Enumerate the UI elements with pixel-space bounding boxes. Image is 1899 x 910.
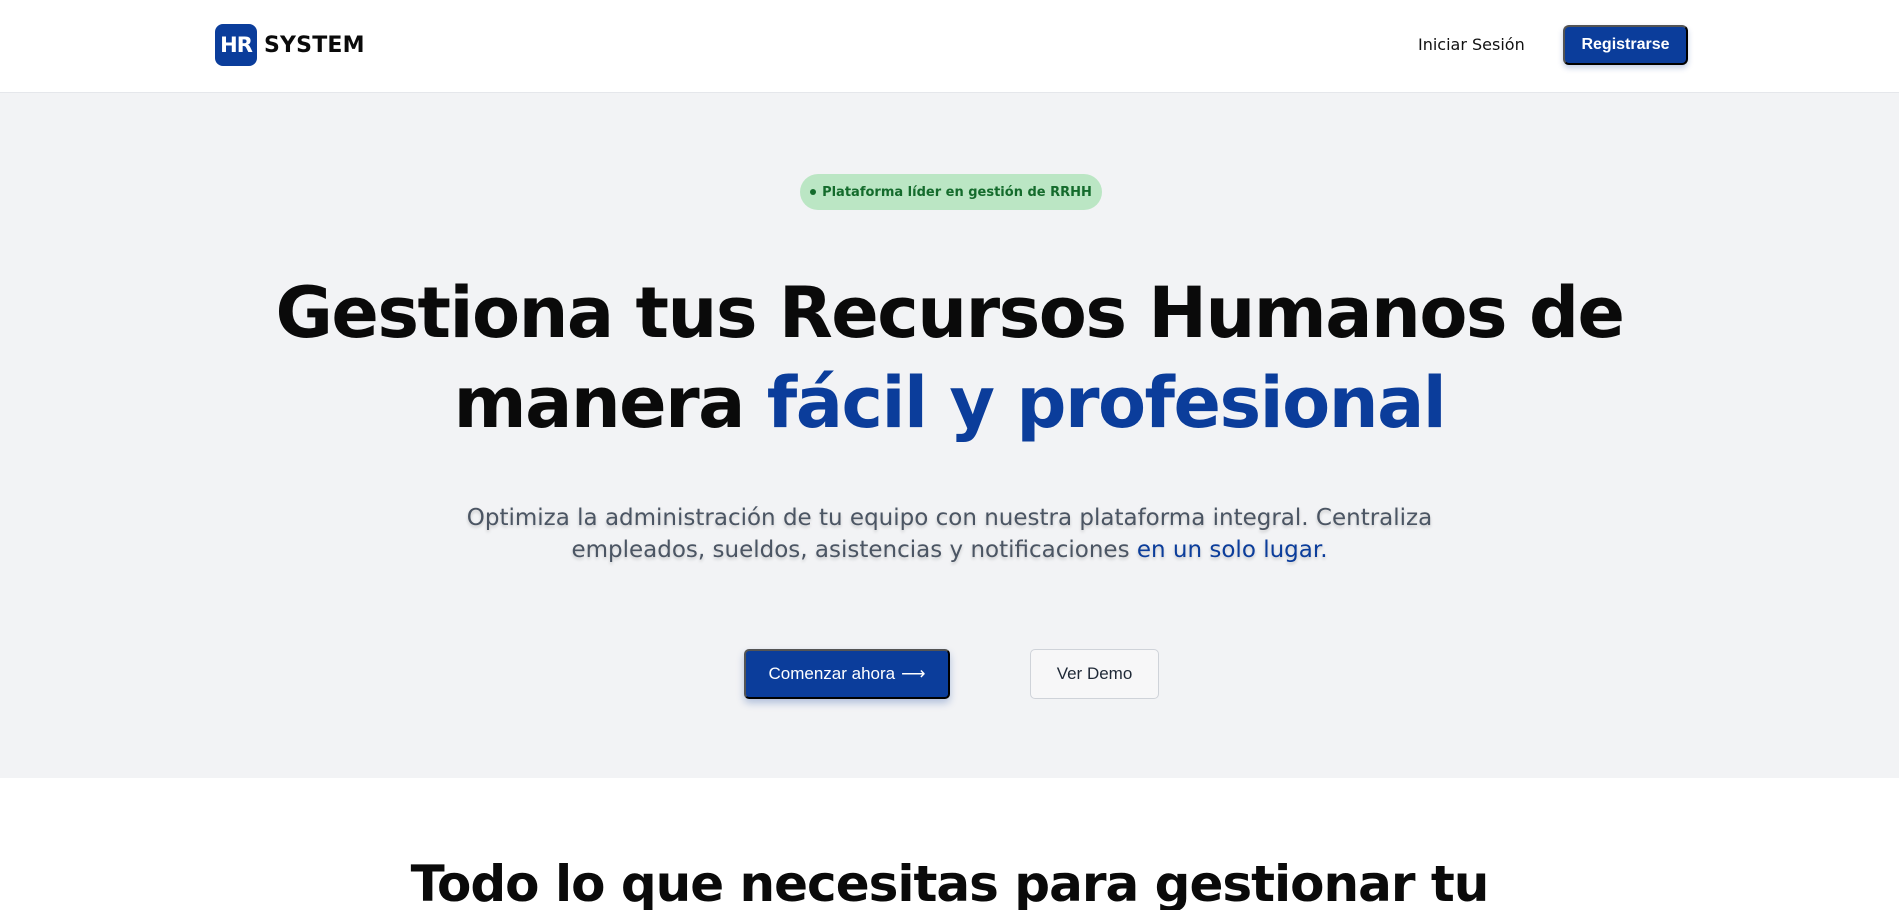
features-title: Todo lo que necesitas para gestionar tu: [410, 855, 1490, 910]
badge-text: Plataforma líder en gestión de RRHH: [822, 184, 1092, 200]
features-section: Todo lo que necesitas para gestionar tu: [0, 778, 1899, 910]
hero-section: Plataforma líder en gestión de RRHH Gest…: [0, 93, 1899, 778]
start-now-label: Comenzar ahora: [768, 664, 896, 683]
bullet-dot-icon: [810, 189, 817, 195]
login-link[interactable]: Iniciar Sesión: [1418, 32, 1525, 58]
hero-title: Gestiona tus Recursos Humanos de manera …: [150, 268, 1749, 448]
hero-subtitle: Optimiza la administración de tu equipo …: [420, 502, 1479, 566]
platform-badge: Plataforma líder en gestión de RRHH: [800, 174, 1102, 210]
view-demo-button[interactable]: Ver Demo: [1030, 649, 1159, 699]
register-button[interactable]: Registrarse: [1563, 25, 1688, 65]
top-navbar: HR SYSTEM Iniciar Sesión Registrarse: [0, 0, 1899, 93]
brand-name: SYSTEM: [264, 32, 365, 58]
brand-logo-link[interactable]: HR SYSTEM: [215, 24, 365, 66]
arrow-right-icon: ⟶: [901, 664, 926, 683]
hero-title-accent: fácil y profesional: [766, 362, 1447, 444]
start-now-button[interactable]: Comenzar ahora ⟶: [744, 649, 950, 699]
hero-subtitle-accent: en un solo lugar.: [1136, 537, 1328, 563]
hr-logo-icon: HR: [215, 24, 257, 66]
hero-title-line2-plain: manera: [453, 362, 746, 444]
hero-title-line1: Gestiona tus Recursos Humanos de: [275, 272, 1625, 354]
